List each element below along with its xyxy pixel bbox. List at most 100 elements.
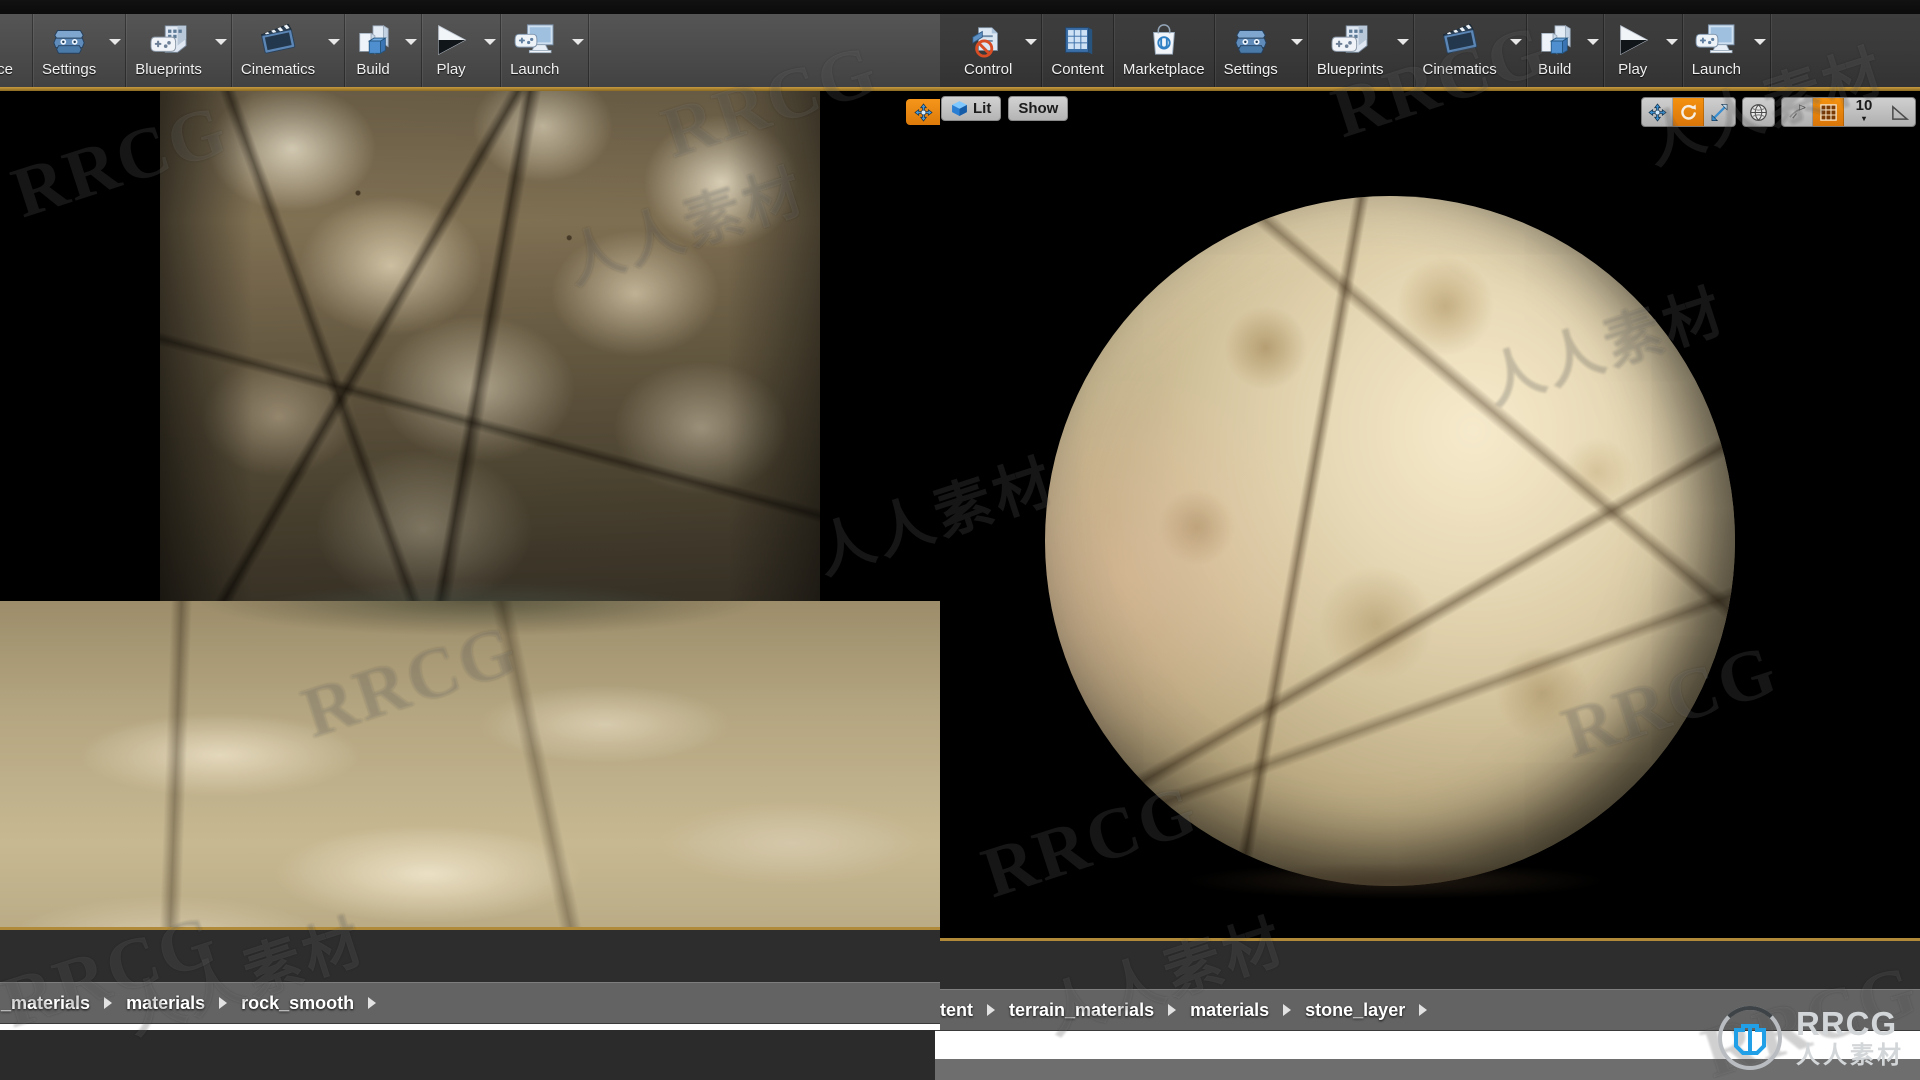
surface-snap-toggle-button[interactable] <box>1782 98 1813 126</box>
chevron-down-icon[interactable] <box>324 14 344 87</box>
toolbar-button-label: Launch <box>510 61 560 78</box>
rotate-tool-button[interactable] <box>1673 98 1704 126</box>
left-toolbar-button-build[interactable]: Build <box>345 14 401 87</box>
breadcrumb-item[interactable]: rock_smooth <box>236 991 359 1016</box>
view-mode-lit-button[interactable]: Lit <box>941 95 1002 121</box>
toolbar-button-label: Settings <box>42 61 97 78</box>
caret-glyph <box>1586 38 1599 45</box>
toolbar-button-label: Cinematics <box>1422 61 1497 78</box>
caret-glyph <box>1025 38 1038 45</box>
right-viewport[interactable]: Lit Show 10 ▾ <box>935 91 1920 938</box>
play-triangle-icon <box>1613 20 1653 60</box>
toolbar-group-control: Control <box>955 14 1043 87</box>
left-toolbar-button-launch[interactable]: Launch <box>501 14 568 87</box>
right-toolbar-button-build[interactable]: Build <box>1527 14 1583 87</box>
launch-monitor-icon <box>1695 20 1737 60</box>
right-toolbar-button-control[interactable]: Control <box>955 14 1021 87</box>
chevron-down-icon[interactable] <box>568 14 588 87</box>
chevron-down-icon[interactable] <box>401 14 421 87</box>
breadcrumb-separator-icon <box>1419 1004 1428 1016</box>
grid-snap-value-field[interactable]: 10 ▾ <box>1844 98 1884 126</box>
rrcg-wordmark: RRCG 人人素材 <box>1796 1005 1904 1069</box>
toolbar-group-content: Content <box>1042 14 1114 87</box>
breadcrumb-item[interactable]: stone_layer <box>1300 998 1410 1023</box>
caret-glyph <box>1290 38 1303 45</box>
left-toolbar-button-settings[interactable]: Settings <box>33 14 105 87</box>
gamepad-icon <box>149 20 189 60</box>
left-toolbar-button-blueprints[interactable]: Blueprints <box>126 14 211 87</box>
breadcrumb-separator-icon <box>104 997 113 1009</box>
right-toolbar-button-content[interactable]: Content <box>1042 14 1113 87</box>
toolbar-group-build: Build <box>1527 14 1604 87</box>
rrcg-monogram-icon <box>1734 1024 1766 1055</box>
chevron-down-icon[interactable] <box>211 14 231 87</box>
show-flags-button[interactable]: Show <box>1008 95 1069 121</box>
world-space-toggle-button[interactable] <box>1743 98 1774 126</box>
right-toolbar-button-play[interactable]: Play <box>1604 14 1662 87</box>
right-main-toolbar: Control Content Marketplace Settings Blu… <box>935 14 1920 87</box>
toolbar-button-label: Control <box>964 61 1013 78</box>
breadcrumb-item[interactable]: tent <box>935 998 978 1023</box>
breadcrumb-item[interactable]: terrain_materials <box>1004 998 1159 1023</box>
screenshot-root: Control Content Marketplace Settings Blu… <box>0 0 1920 1080</box>
chevron-down-icon[interactable] <box>1583 14 1603 87</box>
globe-icon <box>1750 103 1767 121</box>
toolbar-button-label: Play <box>436 61 466 78</box>
right-window-titlebar <box>935 0 1920 14</box>
right-toolbar-button-settings[interactable]: Settings <box>1215 14 1287 87</box>
breadcrumb-item[interactable]: materials <box>1185 998 1274 1023</box>
scale-arrows-icon <box>1711 103 1728 121</box>
toolbar-group-blueprints: Blueprints <box>126 14 232 87</box>
chevron-down-icon[interactable] <box>1021 14 1041 87</box>
left-toolbar-button-ce[interactable]: ce <box>0 14 32 87</box>
lit-cube-icon <box>952 100 967 116</box>
rrcg-emblem-icon <box>1718 1006 1782 1070</box>
rocky-ground-mesh <box>0 601 940 927</box>
right-toolbar-button-blueprints[interactable]: Blueprints <box>1308 14 1393 87</box>
left-toolbar-button-cinematics[interactable]: Cinematics <box>232 14 324 87</box>
left-viewport-gizmo-button[interactable] <box>906 99 940 125</box>
right-toolbar-button-marketplace[interactable]: Marketplace <box>1114 14 1214 87</box>
toolbar-group-settings: Settings <box>1215 14 1308 87</box>
right-lower-gap <box>935 941 1920 989</box>
chevron-down-icon[interactable] <box>1287 14 1307 87</box>
caret-glyph <box>109 38 122 45</box>
chevron-down-icon[interactable] <box>1750 14 1770 87</box>
grid-snap-toggle-button[interactable] <box>1813 98 1844 126</box>
toolbar-button-label: Cinematics <box>240 61 316 78</box>
marketplace-bag-icon <box>1146 20 1182 60</box>
breadcrumb-item[interactable]: _materials <box>0 991 95 1016</box>
build-blocks-icon <box>354 20 392 60</box>
caret-glyph <box>328 38 341 45</box>
chevron-down-icon[interactable] <box>1662 14 1682 87</box>
rotate-arrow-icon <box>1680 104 1696 120</box>
launch-monitor-icon <box>514 20 556 60</box>
content-grid-icon <box>1059 20 1097 60</box>
grid-snap-chevron-down-icon: ▾ <box>1861 113 1866 123</box>
chevron-down-icon[interactable] <box>105 14 125 87</box>
toolbar-button-label: Blueprints <box>1316 61 1384 78</box>
surface-snap-icon <box>1788 103 1806 119</box>
toolbar-group-play: Play <box>422 14 502 87</box>
right-toolbar-button-launch[interactable]: Launch <box>1683 14 1750 87</box>
left-viewport[interactable] <box>0 91 940 927</box>
left-toolbar-button-play[interactable]: Play <box>422 14 480 87</box>
rrcg-name-en: RRCG <box>1796 1005 1898 1043</box>
angle-icon <box>1892 104 1909 120</box>
right-toolbar-button-cinematics[interactable]: Cinematics <box>1414 14 1506 87</box>
breadcrumb-item[interactable]: materials <box>121 991 210 1016</box>
angle-snap-toggle-button[interactable] <box>1884 98 1915 126</box>
grid-snap-value: 10 <box>1855 97 1873 114</box>
clapperboard-icon <box>258 20 298 60</box>
scale-tool-button[interactable] <box>1704 98 1735 126</box>
select-move-tool-button[interactable] <box>1642 98 1673 126</box>
toolbar-button-label: ce <box>0 61 13 78</box>
gear-icon <box>50 20 88 60</box>
chevron-down-icon[interactable] <box>1393 14 1413 87</box>
material-preview-sphere <box>1045 196 1735 886</box>
caret-glyph <box>572 38 585 45</box>
caret-glyph <box>484 38 497 45</box>
left-search-strip[interactable] <box>0 1024 940 1030</box>
chevron-down-icon[interactable] <box>480 14 500 87</box>
chevron-down-icon[interactable] <box>1506 14 1526 87</box>
